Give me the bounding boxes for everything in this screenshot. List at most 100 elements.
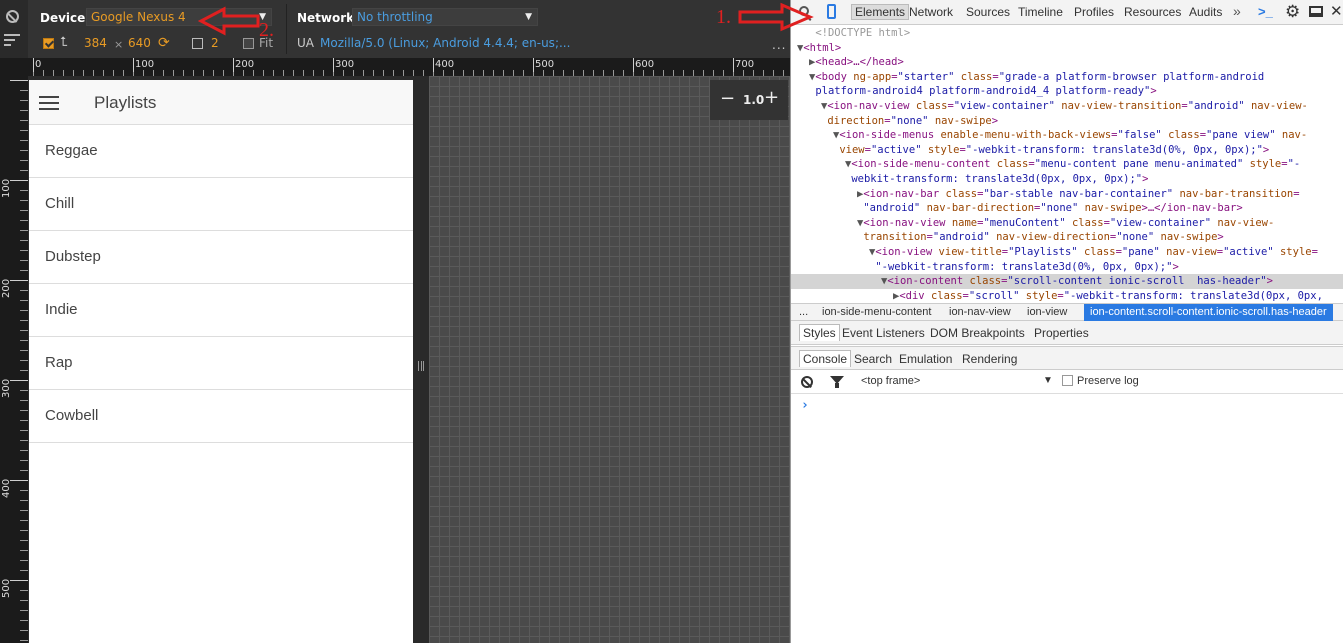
preserve-log-checkbox[interactable] bbox=[1062, 375, 1073, 386]
list-item[interactable]: Dubstep bbox=[29, 231, 413, 284]
dom-node-markup: <!DOCTYPE html> bbox=[815, 27, 911, 39]
dom-node-line[interactable]: webkit-transform: translate3d(0px, 0px, … bbox=[791, 172, 1343, 187]
dom-node-line[interactable]: direction="none" nav-swipe> bbox=[791, 114, 1343, 129]
dom-node-line[interactable]: ▼<body ng-app="starter" class="grade-a p… bbox=[791, 70, 1343, 85]
drawer-tab-rendering[interactable]: Rendering bbox=[962, 352, 1017, 366]
fit-checkbox[interactable] bbox=[243, 38, 254, 49]
ruler-tick-label: 300 bbox=[335, 59, 355, 70]
width-input[interactable]: 384 bbox=[84, 36, 107, 50]
dom-node-line[interactable]: "android" nav-bar-direction="none" nav-s… bbox=[791, 201, 1343, 216]
tab-timeline[interactable]: Timeline bbox=[1018, 5, 1063, 19]
console-prompt[interactable]: › bbox=[801, 398, 809, 413]
resolution-checkbox[interactable] bbox=[43, 38, 54, 49]
page-title: Playlists bbox=[94, 93, 157, 112]
tab-audits[interactable]: Audits bbox=[1189, 5, 1222, 19]
dom-node-markup: "android" nav-bar-direction="none" nav-s… bbox=[863, 202, 1243, 215]
network-throttling-select[interactable]: No throttling ▼ bbox=[352, 8, 538, 26]
toolbar-divider bbox=[286, 4, 287, 54]
ruler-tick-label: 200 bbox=[235, 59, 255, 70]
list-item[interactable]: Chill bbox=[29, 178, 413, 231]
ruler-tick-label: 500 bbox=[535, 59, 555, 70]
dom-node-line[interactable]: ▼<ion-nav-view name="menuContent" class=… bbox=[791, 216, 1343, 231]
horizontal-ruler: 0 100 200 300 400 500 600 700 bbox=[28, 58, 790, 76]
filter-icon[interactable] bbox=[830, 376, 844, 388]
breadcrumb-item[interactable]: ion-content.scroll-content.ionic-scroll.… bbox=[1084, 304, 1333, 321]
tab-dom-breakpoints[interactable]: DOM Breakpoints bbox=[930, 326, 1025, 340]
emulation-canvas bbox=[429, 76, 790, 643]
tab-network[interactable]: Network bbox=[909, 5, 953, 19]
ruler-tick-label: 200 bbox=[1, 278, 12, 298]
list-item[interactable]: Cowbell bbox=[29, 390, 413, 443]
console-toolbar: <top frame> ▼ Preserve log bbox=[791, 370, 1343, 394]
dom-node-line[interactable]: "-webkit-transform: translate3d(0%, 0px,… bbox=[791, 260, 1343, 275]
dom-node-line[interactable]: ▶<head>…</head> bbox=[791, 55, 1343, 70]
annotation-arrow-1-icon bbox=[738, 2, 814, 32]
dpr-input[interactable]: 2 bbox=[211, 36, 219, 50]
dom-node-line[interactable]: ▶<div class="scroll" style="-webkit-tran… bbox=[791, 289, 1343, 303]
height-input[interactable]: 640 bbox=[128, 36, 151, 50]
devtools-window: Device Google Nexus 4 ▼ Network No throt… bbox=[0, 0, 1343, 643]
device-mode-icon[interactable] bbox=[827, 4, 836, 19]
tab-elements[interactable]: Elements bbox=[851, 4, 910, 20]
more-tabs-button[interactable]: » bbox=[1233, 3, 1241, 19]
dom-node-line[interactable]: transition="android" nav-view-direction=… bbox=[791, 230, 1343, 245]
frame-select[interactable]: <top frame> bbox=[861, 375, 920, 387]
dom-node-line[interactable]: platform-android4 platform-android4_4 pl… bbox=[791, 84, 1343, 99]
list-item[interactable]: Rap bbox=[29, 337, 413, 390]
dimension-separator: × bbox=[114, 38, 124, 51]
breadcrumb-item[interactable]: ... bbox=[799, 306, 808, 318]
hamburger-menu-icon[interactable] bbox=[39, 96, 59, 110]
dom-node-markup: <div class="scroll" style="-webkit-trans… bbox=[899, 289, 1323, 302]
dom-node-line[interactable]: ▼<ion-content class="scroll-content ioni… bbox=[791, 274, 1343, 289]
annotation-label-1: 1. bbox=[716, 6, 731, 28]
tab-resources[interactable]: Resources bbox=[1124, 5, 1181, 19]
dom-node-line[interactable]: ▼<ion-view view-title="Playlists" class=… bbox=[791, 245, 1343, 260]
dom-node-line[interactable]: view="active" style="-webkit-transform: … bbox=[791, 143, 1343, 158]
zoom-out-button[interactable]: − bbox=[720, 88, 735, 109]
tab-properties[interactable]: Properties bbox=[1034, 326, 1089, 340]
breadcrumb-item[interactable]: ion-side-menu-content bbox=[822, 306, 931, 318]
user-agent-input[interactable]: Mozilla/5.0 (Linux; Android 4.4.4; en-us… bbox=[320, 36, 570, 50]
console-drawer-icon[interactable]: >_ bbox=[1258, 4, 1273, 19]
list-item[interactable]: Indie bbox=[29, 284, 413, 337]
chevron-down-icon[interactable]: ▼ bbox=[1043, 375, 1053, 386]
dom-node-markup: <ion-side-menu-content class="menu-conte… bbox=[851, 158, 1301, 171]
dom-node-line[interactable]: ▶<ion-nav-bar class="bar-stable nav-bar-… bbox=[791, 187, 1343, 202]
chevron-down-icon: ▼ bbox=[525, 12, 532, 22]
dom-tree[interactable]: <!DOCTYPE html> ▼<html> ▶<head>…</head> ▼<b… bbox=[791, 26, 1343, 303]
tab-profiles[interactable]: Profiles bbox=[1074, 5, 1114, 19]
breadcrumb: ... ion-side-menu-content ion-nav-view ion-… bbox=[791, 303, 1343, 321]
reset-emulation-icon[interactable] bbox=[6, 10, 19, 23]
dom-node-markup: <head>…</head> bbox=[815, 56, 904, 69]
gear-icon[interactable]: ⚙ bbox=[1285, 2, 1300, 22]
dom-node-markup: <ion-nav-view class="view-container" nav… bbox=[827, 99, 1308, 112]
tab-sources[interactable]: Sources bbox=[966, 5, 1010, 19]
dom-node-markup: direction="none" nav-swipe> bbox=[827, 114, 999, 127]
tab-styles[interactable]: Styles bbox=[799, 324, 840, 341]
dock-side-icon[interactable] bbox=[1309, 6, 1323, 17]
dom-node-line[interactable]: ▼<ion-side-menu-content class="menu-cont… bbox=[791, 157, 1343, 172]
viewport-resize-handle[interactable] bbox=[413, 76, 429, 643]
breadcrumb-item[interactable]: ion-nav-view bbox=[949, 306, 1011, 318]
dom-node-line[interactable]: ▼<ion-side-menus enable-menu-with-back-v… bbox=[791, 128, 1343, 143]
device-select-value: Google Nexus 4 bbox=[91, 10, 186, 24]
swap-dimensions-icon[interactable]: ⟳ bbox=[158, 35, 170, 51]
zoom-in-button[interactable]: + bbox=[764, 87, 779, 108]
clear-console-icon[interactable] bbox=[801, 376, 813, 388]
vertical-ruler: 100 200 300 400 500 bbox=[0, 58, 28, 643]
ruler-tick-label: 300 bbox=[1, 378, 12, 398]
list-item[interactable]: Reggae bbox=[29, 125, 413, 178]
drawer-tab-console[interactable]: Console bbox=[799, 350, 852, 367]
media-query-icon[interactable] bbox=[4, 34, 20, 46]
devtools-tabbar: » >_ ⚙ ✕ Elements Network Sources Timeline P… bbox=[791, 0, 1343, 25]
dom-node-line[interactable]: ▼<ion-nav-view class="view-container" na… bbox=[791, 99, 1343, 114]
more-options-button[interactable]: ... bbox=[772, 38, 786, 52]
close-icon[interactable]: ✕ bbox=[1330, 2, 1343, 20]
dom-node-markup: <ion-side-menus enable-menu-with-back-vi… bbox=[839, 129, 1308, 142]
dom-node-line[interactable]: ▼<html> bbox=[791, 41, 1343, 56]
breadcrumb-item[interactable]: ion-view bbox=[1027, 306, 1067, 318]
drawer-tab-emulation[interactable]: Emulation bbox=[899, 352, 952, 366]
tab-event-listeners[interactable]: Event Listeners bbox=[842, 326, 925, 340]
dom-node-line[interactable]: <!DOCTYPE html> bbox=[791, 26, 1343, 41]
drawer-tab-search[interactable]: Search bbox=[854, 352, 892, 366]
